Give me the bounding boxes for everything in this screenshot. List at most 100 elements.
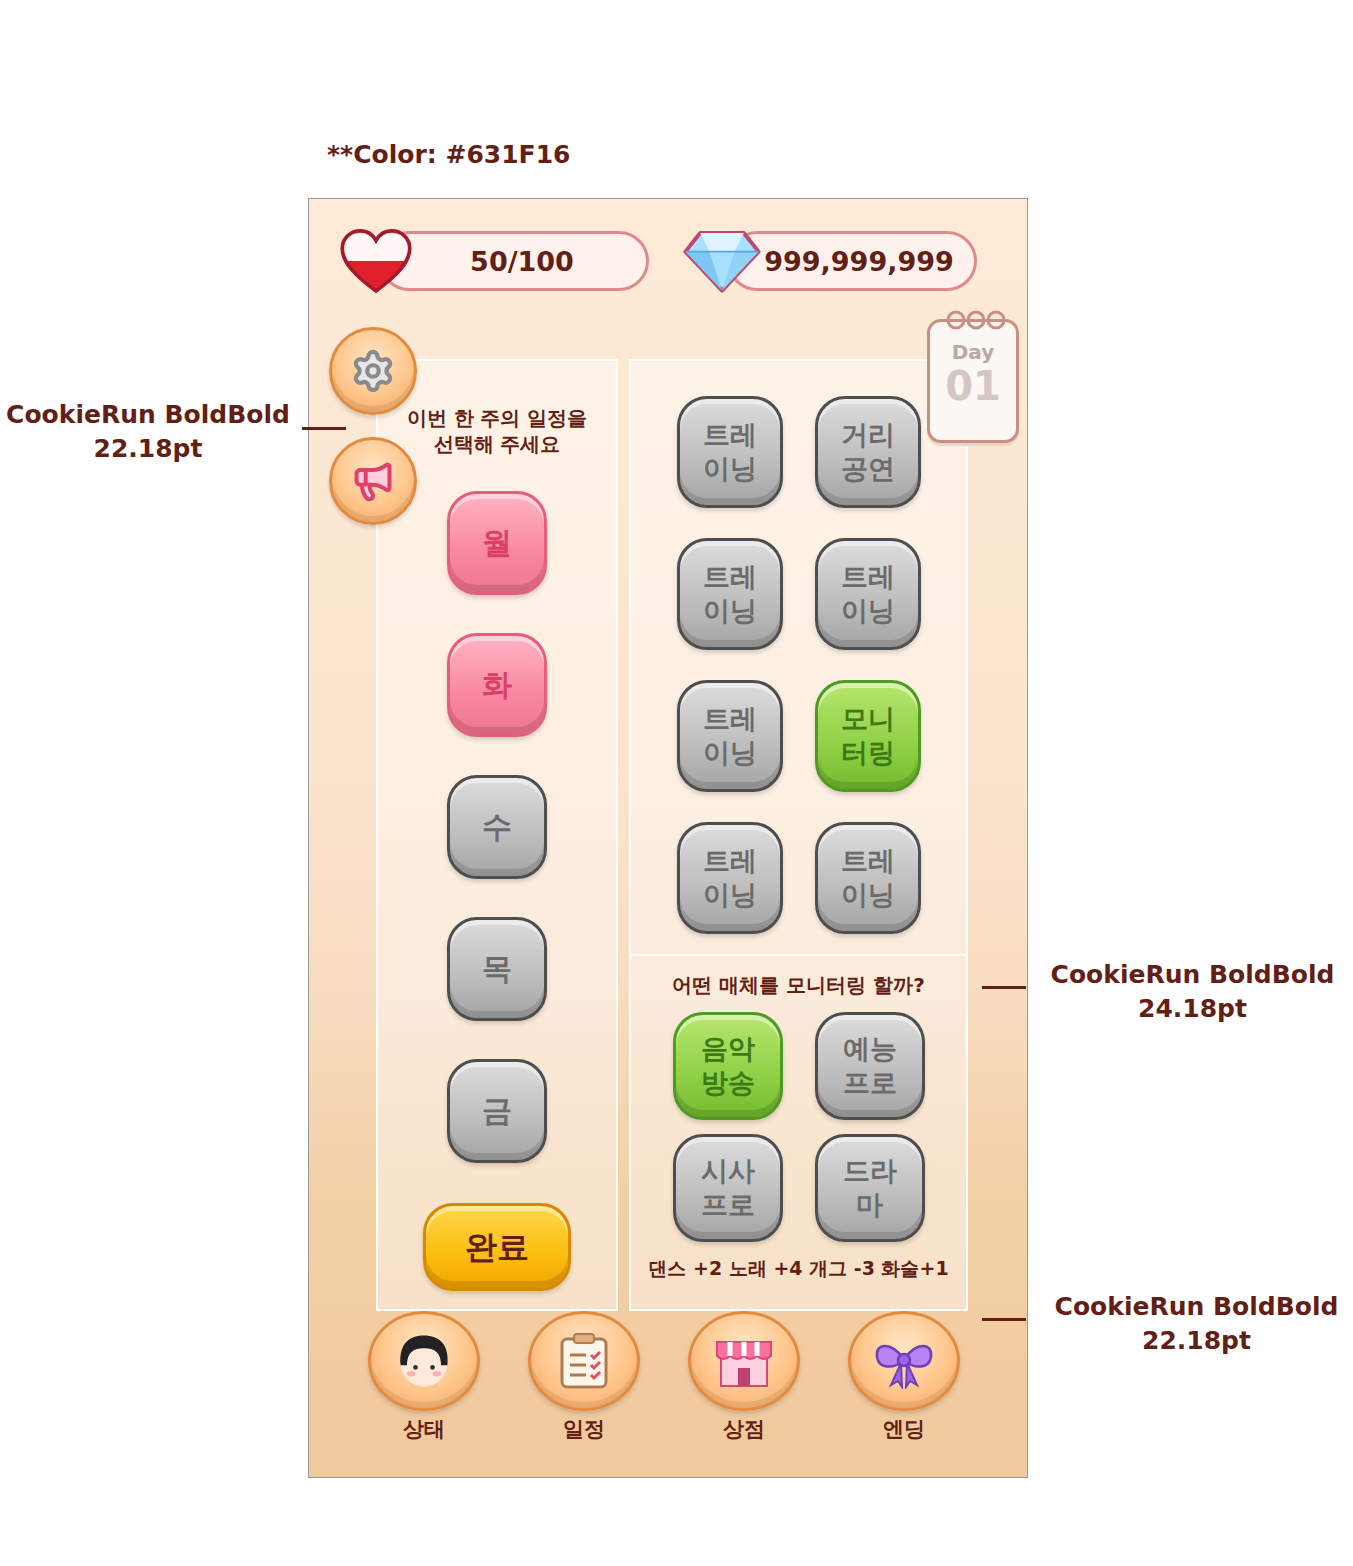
confirm-wrap: 완료 — [423, 1203, 571, 1291]
nav-button[interactable] — [368, 1311, 480, 1411]
media-button[interactable]: 예능프로 — [815, 1012, 925, 1120]
nav-item[interactable]: 상점 — [686, 1311, 801, 1443]
nav-button[interactable] — [528, 1311, 640, 1411]
gear-icon — [350, 348, 396, 394]
health-value: 50/100 — [379, 231, 649, 291]
button-label-line: 트레 — [841, 560, 895, 594]
stat-effects: 댄스 +2 노래 +4 개그 -3 화술+1 — [648, 1256, 948, 1282]
day-button[interactable]: 화 — [447, 633, 547, 737]
spec-pointer-line — [982, 986, 1026, 989]
button-label-line: 방송 — [701, 1066, 755, 1100]
button-label-line: 트레 — [703, 418, 757, 452]
button-label-line: 이닝 — [703, 452, 757, 486]
button-label-line: 예능 — [843, 1032, 897, 1066]
confirm-button[interactable]: 완료 — [423, 1203, 571, 1291]
color-note: **Color: #631F16 — [327, 140, 1353, 176]
day-button[interactable]: 목 — [447, 917, 547, 1021]
game-screen: 50/100 999,999,999 Day01 이번 한 주의 일정을선택해 주세요… — [308, 198, 1028, 1478]
nav-item[interactable]: 상태 — [366, 1311, 481, 1443]
activity-button[interactable]: 트레이닝 — [677, 822, 783, 934]
button-label-line: 모니 — [841, 702, 895, 736]
schedule-icon — [556, 1331, 612, 1391]
spec-pointer-line — [302, 427, 346, 430]
prompt-line: 이번 한 주의 일정을 — [407, 405, 588, 431]
side-buttons — [329, 327, 417, 525]
media-button[interactable]: 드라마 — [815, 1134, 925, 1242]
font-spec-label: CookieRun BoldBold24.18pt — [1040, 958, 1345, 1026]
button-label-line: 프로 — [701, 1188, 755, 1222]
schedule-panel: 이번 한 주의 일정을선택해 주세요월화수목금완료 — [376, 359, 618, 1311]
button-label-line: 트레 — [703, 560, 757, 594]
shop-icon — [713, 1332, 775, 1390]
nav-button[interactable] — [848, 1311, 960, 1411]
activity-button[interactable]: 모니터링 — [815, 680, 921, 792]
font-spec-size: 22.18pt — [1045, 1324, 1348, 1358]
activity-panel: 트레이닝거리공연트레이닝트레이닝트레이닝모니터링트레이닝트레이닝어떤 매체를 모… — [629, 359, 968, 1311]
activity-button[interactable]: 트레이닝 — [677, 680, 783, 792]
activity-button[interactable]: 거리공연 — [815, 396, 921, 508]
calendar-rings-icon — [944, 308, 1008, 332]
media-button[interactable]: 음악방송 — [673, 1012, 783, 1120]
calendar-day-number: 01 — [945, 364, 1001, 408]
font-spec-label: CookieRun BoldBold22.18pt — [1045, 1290, 1348, 1358]
gem-icon-wrap — [683, 228, 761, 294]
day-calendar: Day01 — [927, 319, 1019, 443]
media-prompt: 어떤 매체를 모니터링 할까? — [672, 972, 925, 998]
button-label-line: 드라 — [843, 1154, 897, 1188]
activity-button[interactable]: 트레이닝 — [677, 538, 783, 650]
button-label-line: 이닝 — [703, 878, 757, 912]
settings-button[interactable] — [329, 327, 417, 415]
activity-button[interactable]: 트레이닝 — [815, 538, 921, 650]
button-label-line: 이닝 — [703, 594, 757, 628]
button-label-line: 이닝 — [841, 878, 895, 912]
media-section: 어떤 매체를 모니터링 할까?음악방송예능프로시사프로드라마댄스 +2 노래 +… — [631, 956, 966, 1290]
button-label-line: 마 — [856, 1188, 883, 1222]
nav-label: 상태 — [403, 1415, 445, 1443]
calendar-label: Day — [952, 340, 995, 364]
button-label-line: 트레 — [703, 702, 757, 736]
nav-label: 상점 — [723, 1415, 765, 1443]
design-spec-page: **Color: #631F16CookieRun BoldBold22.18p… — [0, 0, 1353, 1566]
button-label-line: 트레 — [841, 844, 895, 878]
font-spec-name: CookieRun BoldBold — [2, 398, 294, 432]
status-bar: 50/100 999,999,999 — [309, 199, 1027, 295]
nav-item[interactable]: 엔딩 — [846, 1311, 961, 1443]
button-label-line: 공연 — [841, 452, 895, 486]
media-grid: 음악방송예능프로시사프로드라마 — [673, 1012, 925, 1242]
font-spec-name: CookieRun BoldBold — [1040, 958, 1345, 992]
font-spec-label: CookieRun BoldBold22.18pt — [2, 398, 294, 466]
font-spec-size: 24.18pt — [1040, 992, 1345, 1026]
heart-icon-wrap — [339, 228, 413, 294]
button-label-line: 트레 — [703, 844, 757, 878]
button-label-line: 거리 — [841, 418, 895, 452]
media-button[interactable]: 시사프로 — [673, 1134, 783, 1242]
heart-icon — [339, 228, 413, 294]
button-label-line: 음악 — [701, 1032, 755, 1066]
nav-button[interactable] — [688, 1311, 800, 1411]
bottom-nav: 상태 일정 상점 엔딩 — [309, 1311, 1027, 1443]
gem-stat: 999,999,999 — [683, 228, 977, 294]
gem-value: 999,999,999 — [727, 231, 977, 291]
activity-button[interactable]: 트레이닝 — [677, 396, 783, 508]
prompt-line: 선택해 주세요 — [407, 431, 588, 457]
button-label-line: 이닝 — [841, 594, 895, 628]
character-icon — [392, 1329, 456, 1393]
nav-label: 일정 — [563, 1415, 605, 1443]
bow-icon — [871, 1333, 937, 1389]
day-button[interactable]: 월 — [447, 491, 547, 595]
activity-grid: 트레이닝거리공연트레이닝트레이닝트레이닝모니터링트레이닝트레이닝 — [631, 361, 966, 956]
notice-button[interactable] — [329, 437, 417, 525]
activity-button[interactable]: 트레이닝 — [815, 822, 921, 934]
main-area: Day01이번 한 주의 일정을선택해 주세요월화수목금완료트레이닝거리공연트레… — [309, 359, 1027, 1311]
gem-icon — [683, 228, 761, 294]
button-label-line: 시사 — [701, 1154, 755, 1188]
health-stat: 50/100 — [339, 228, 649, 294]
button-label-line: 터링 — [841, 736, 895, 770]
nav-item[interactable]: 일정 — [526, 1311, 641, 1443]
schedule-prompt: 이번 한 주의 일정을선택해 주세요 — [407, 405, 588, 457]
megaphone-icon — [351, 459, 395, 503]
nav-label: 엔딩 — [883, 1415, 925, 1443]
font-spec-size: 22.18pt — [2, 432, 294, 466]
day-button[interactable]: 금 — [447, 1059, 547, 1163]
day-button[interactable]: 수 — [447, 775, 547, 879]
